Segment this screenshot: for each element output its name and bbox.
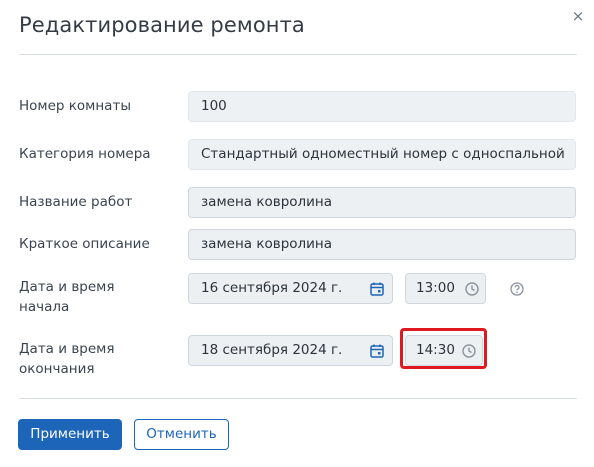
start-label-line2: начала <box>19 299 70 315</box>
start-date-value: 16 сентября 2024 г. <box>201 280 343 296</box>
work-name-input[interactable]: замена ковролина <box>188 187 576 218</box>
short-description-label: Краткое описание <box>19 236 150 252</box>
start-time-input[interactable]: 13:00 <box>405 273 486 304</box>
end-time-highlight <box>400 328 487 369</box>
start-datetime-label: Дата и время начала <box>19 277 114 317</box>
start-label-line1: Дата и время <box>19 279 115 295</box>
end-label-line2: окончания <box>19 361 95 377</box>
header-divider <box>19 54 577 55</box>
calendar-icon[interactable] <box>369 343 385 359</box>
clock-icon[interactable] <box>464 281 480 297</box>
end-label-line1: Дата и время <box>19 341 115 357</box>
help-icon[interactable] <box>510 282 524 296</box>
room-category-field: Стандартный одноместный номер с односпал… <box>188 139 576 170</box>
end-date-value: 18 сентября 2024 г. <box>201 342 343 358</box>
room-category-label: Категория номера <box>19 146 151 162</box>
start-time-value: 13:00 <box>416 280 455 296</box>
room-number-label: Номер комнаты <box>19 98 131 114</box>
close-icon[interactable]: × <box>570 8 586 24</box>
apply-button[interactable]: Применить <box>18 419 122 450</box>
footer-divider <box>19 398 577 399</box>
cancel-button[interactable]: Отменить <box>134 419 229 450</box>
work-name-label: Название работ <box>19 194 133 210</box>
start-date-input[interactable]: 16 сентября 2024 г. <box>188 273 393 304</box>
end-date-input[interactable]: 18 сентября 2024 г. <box>188 335 393 366</box>
dialog-title: Редактирование ремонта <box>19 13 305 37</box>
short-description-input[interactable]: замена ковролина <box>188 229 576 260</box>
end-datetime-label: Дата и время окончания <box>19 339 114 379</box>
room-number-field: 100 <box>188 91 576 122</box>
calendar-icon[interactable] <box>369 281 385 297</box>
